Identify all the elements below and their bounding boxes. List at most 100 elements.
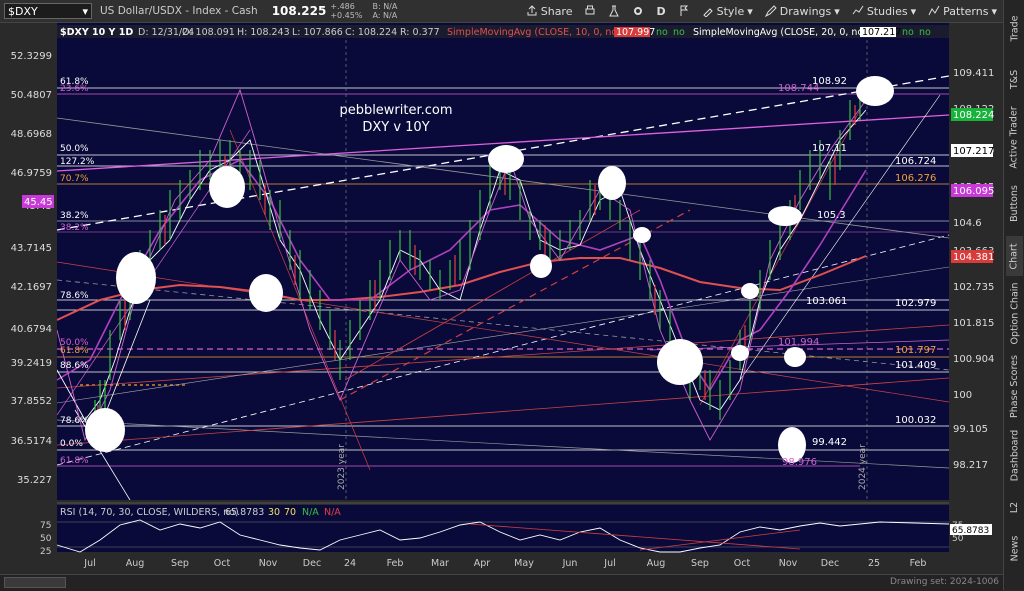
sidebar-tab-label: T&S [1009,69,1020,89]
studies-button[interactable]: Studies ▾ [852,5,916,18]
time-axis-label: Jul [603,558,615,569]
price-level-label: 100.032 [895,415,936,426]
price-chart[interactable]: 2023 year 2024 year pebblewriter.com DXY… [0,23,1003,590]
style-button[interactable]: Style ▾ [702,5,753,18]
rsi-na-2: N/A [324,507,341,518]
time-axis-label: Oct [734,558,751,569]
sidebar-tab-active-trader[interactable]: Active Trader [1006,104,1023,170]
drawings-button[interactable]: Drawings ▾ [764,5,840,18]
sma20-no-2: no [919,27,931,38]
left-axis-tick: 39.2419 [11,358,52,369]
flask-icon [609,5,620,17]
sma10-label: SimpleMovingAvg (CLOSE, 10, 0, no) [447,27,621,38]
fib-level-label: 38.2% [60,211,89,221]
ohlc-high: H: 108.243 [237,27,290,38]
rsi-axis-25: 25 [40,547,51,557]
fib-level-label: 23.6% [60,84,89,94]
sma20-value: 107.217 [862,27,901,38]
price-change: +.486 +0.45% [330,2,362,20]
time-axis-label: Apr [474,558,491,569]
price-tag: 108.224 [953,110,994,121]
print-button[interactable] [584,5,596,17]
flag-button[interactable] [678,5,690,17]
rsi-value: 65.8783 [225,507,264,518]
pencil-icon [764,5,777,17]
fib-level-label: 61.8% [60,346,89,356]
flask-button[interactable] [608,5,620,17]
sma10-no-1: no [656,27,668,38]
left-axis-tick: 52.3299 [11,51,52,62]
rsi-value-tag: 65.8783 [952,526,989,536]
sidebar-tab-chart[interactable]: Chart [1006,236,1023,276]
time-axis-label: Mar [431,558,449,569]
time-axis-label: Jul [83,558,95,569]
left-axis-tick: 43.7145 [11,243,52,254]
patterns-label: Patterns [943,4,989,18]
time-axis-label: Sep [691,558,709,569]
chevron-down-icon: ▾ [747,4,753,18]
share-button[interactable]: Share [526,4,573,18]
share-icon [527,5,537,16]
sidebar-tab-t-s[interactable]: T&S [1006,62,1023,96]
right-axis-tick: 101.815 [953,318,994,329]
price-level-label: 102.979 [895,298,936,309]
price-level-label: 106.724 [895,156,936,167]
price-level-label: 99.442 [812,437,847,448]
settings-button[interactable] [632,5,644,17]
period-button[interactable]: D [656,5,665,18]
time-axis-label: 25 [868,558,880,569]
left-axis-tick: 36.5174 [11,436,52,447]
sidebar-tab-label: News [1009,535,1021,561]
price-level-label: 107.11 [812,143,847,154]
symbol-selector[interactable]: $DXY ▾ [4,3,92,19]
drawing-set-label: Drawing set: 2024-1006 [890,577,999,587]
sidebar-tab-l2[interactable]: L2 [1006,492,1023,522]
price-level-label: 101.797 [895,345,936,356]
left-axis-tick: 37.8552 [11,396,52,407]
time-axis-label: Feb [387,558,404,569]
fib-level-label: 78.6% [60,416,89,426]
right-axis-tick: 100.904 [953,354,994,365]
price-tag: 107.217 [953,146,994,157]
sidebar-tab-buttons[interactable]: Buttons [1006,178,1023,228]
sidebar-tab-label: L2 [1009,501,1020,513]
chevron-down-icon: ▾ [910,4,917,18]
horizontal-scrollbar[interactable] [4,577,66,588]
sidebar-tab-trade[interactable]: Trade [1006,8,1023,48]
sidebar-tab-label: Phase Scores [1009,354,1021,418]
price-tag: 45.45 [24,197,53,208]
share-label: Share [540,4,573,18]
chevron-down-icon: ▾ [82,4,88,18]
style-label: Style [716,4,745,18]
brush-icon [702,8,713,17]
time-axis-label: Dec [821,558,839,569]
rsi-label: RSI (14, 70, 30, CLOSE, WILDERS, no) [60,507,239,518]
right-axis-tick: 102.735 [953,282,994,293]
price-tag: 106.095 [953,186,994,197]
fib-level-label: 78.6% [60,291,89,301]
sma10-no-2: no [673,27,685,38]
time-axis-label: Nov [259,558,278,569]
patterns-button[interactable]: Patterns ▾ [928,5,997,18]
sidebar-tab-label: Chart [1009,242,1021,270]
sidebar-tab-dashboard[interactable]: Dashboard [1006,426,1023,484]
sma10-value: 107.997 [616,27,655,38]
fib-level-label: 61.8% [60,456,89,466]
time-axis-label: Nov [779,558,798,569]
sidebar-tab-option-chain[interactable]: Option Chain [1006,280,1023,346]
price-tag: 104.381 [953,252,994,263]
plot-area [57,23,949,500]
price-level-label: 105.3 [817,210,846,221]
right-axis-tick: 98.217 [953,460,988,471]
sidebar-tab-news[interactable]: News [1006,530,1023,566]
rsi-overbought: 70 [284,507,296,518]
time-axis-label: Oct [214,558,231,569]
sidebar-tab-label: Trade [1009,14,1021,42]
sidebar-tab-phase-scores[interactable]: Phase Scores [1006,354,1023,418]
price-level-label: 101.409 [895,360,936,371]
chart-title: $DXY 10 Y 1D [60,27,133,38]
sma20-label: SimpleMovingAvg (CLOSE, 20, 0, no) [693,27,867,38]
status-bar: Drawing set: 2024-1006 [0,574,1003,591]
symbol-description: US Dollar/USDX - Index - Cash [100,5,258,17]
fib-level-label: 0.0% [60,439,83,449]
